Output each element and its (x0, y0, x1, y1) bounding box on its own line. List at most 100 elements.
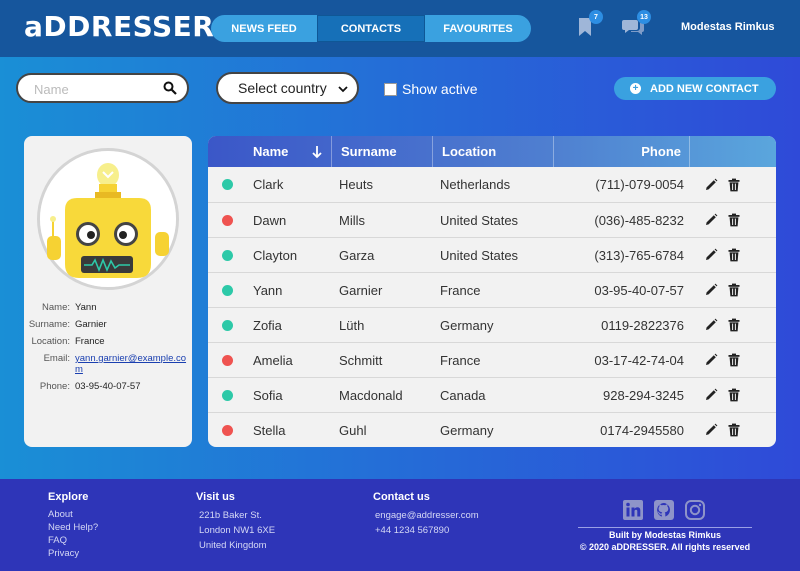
pencil-icon[interactable] (704, 248, 718, 262)
chat-icon[interactable]: 13 (622, 10, 651, 38)
header-status-col (208, 136, 246, 167)
table-row[interactable]: Stella Guhl Germany 0174-2945580 (208, 412, 776, 447)
search-input[interactable] (34, 81, 154, 97)
trash-icon[interactable] (727, 213, 741, 227)
pencil-icon[interactable] (704, 318, 718, 332)
table-row[interactable]: Clark Heuts Netherlands (711)-079-0054 (208, 167, 776, 202)
footer-visit-title: Visit us (196, 491, 235, 503)
plus-icon: + (630, 83, 641, 94)
location-cell: United States (440, 212, 519, 228)
phone-cell: (036)-485-8232 (594, 212, 684, 228)
phone-cell: 0174-2945580 (600, 422, 684, 438)
trash-icon[interactable] (727, 283, 741, 297)
top-header: aDDRESSER NEWS FEED CONTACTS FAVOURITES … (0, 0, 800, 57)
sort-arrow-down-icon[interactable] (311, 145, 323, 159)
user-name[interactable]: Modestas Rimkus (681, 21, 775, 33)
search-box (16, 73, 189, 103)
actions-cell (690, 318, 776, 332)
footer-email-link[interactable]: engage@addresser.com (373, 508, 479, 523)
phone-cell: 03-17-42-74-04 (594, 352, 684, 368)
status-cell (208, 389, 246, 401)
header-location[interactable]: Location (433, 136, 554, 167)
location-cell: France (440, 282, 481, 298)
table-row[interactable]: Amelia Schmitt France 03-17-42-74-04 (208, 342, 776, 377)
footer-link-faq[interactable]: FAQ (48, 534, 98, 547)
search-icon[interactable] (163, 81, 177, 95)
pencil-icon[interactable] (704, 353, 718, 367)
tab-contacts[interactable]: CONTACTS (317, 15, 425, 42)
phone-cell: (313)-765-6784 (594, 247, 684, 263)
footer-address-line: 221b Baker St. (199, 510, 262, 521)
show-active-toggle[interactable]: Show active (384, 81, 477, 97)
status-cell (208, 284, 246, 296)
profile-email-link[interactable]: yann.garnier@example.com (75, 353, 189, 375)
show-active-checkbox[interactable] (384, 82, 397, 96)
footer-contact-title: Contact us (373, 491, 430, 503)
profile-surname-label: Surname: (28, 319, 70, 330)
status-dot (221, 389, 233, 401)
name-cell: Dawn (253, 212, 287, 228)
location-cell: United States (440, 247, 519, 263)
status-dot (221, 179, 233, 190)
table-row[interactable]: Sofia Macdonald Canada 928-294-3245 (208, 377, 776, 412)
pencil-icon[interactable] (704, 213, 718, 227)
table-row[interactable]: Dawn Mills United States (036)-485-8232 (208, 202, 776, 237)
github-icon[interactable] (653, 499, 675, 521)
status-dot (221, 214, 233, 226)
instagram-icon[interactable] (684, 499, 706, 521)
actions-cell (690, 248, 776, 262)
trash-icon[interactable] (727, 388, 741, 402)
linkedin-icon[interactable] (622, 499, 644, 521)
name-cell: Clark (253, 177, 284, 192)
trash-icon[interactable] (727, 353, 741, 367)
trash-icon[interactable] (727, 178, 741, 192)
surname-cell: Garnier (339, 282, 383, 298)
table-row[interactable]: Zofia Lüth Germany 0119-2822376 (208, 307, 776, 342)
trash-icon[interactable] (727, 318, 741, 332)
status-cell (208, 424, 246, 436)
status-cell (208, 249, 246, 261)
profile-surname-value: Garnier (75, 319, 107, 330)
bookmark-icon[interactable]: 7 (574, 10, 603, 38)
header-actions-col (690, 136, 776, 167)
main-nav: NEWS FEED CONTACTS FAVOURITES (211, 15, 531, 42)
footer-contact: Contact us engage@addresser.com +44 1234… (373, 491, 479, 538)
location-cell: Canada (440, 387, 486, 403)
tab-favourites[interactable]: FAVOURITES (425, 15, 531, 42)
header-name[interactable]: Name (246, 136, 332, 167)
app-logo[interactable]: aDDRESSER (24, 10, 214, 43)
footer-visit: Visit us 221b Baker St. London NW1 6XE U… (196, 491, 275, 553)
footer-link-about[interactable]: About (48, 508, 98, 521)
social-links (622, 499, 706, 521)
table-body: Clark Heuts Netherlands (711)-079-0054 D… (208, 167, 776, 447)
status-cell (208, 354, 246, 366)
table-row[interactable]: Yann Garnier France 03-95-40-07-57 (208, 272, 776, 307)
pencil-icon[interactable] (704, 283, 718, 297)
location-cell: Netherlands (440, 177, 511, 192)
pencil-icon[interactable] (704, 423, 718, 437)
actions-cell (690, 353, 776, 367)
footer-explore: Explore About Need Help? FAQ Privacy (48, 491, 98, 560)
pencil-icon[interactable] (704, 388, 718, 402)
tab-news-feed[interactable]: NEWS FEED (211, 15, 317, 42)
phone-cell: (711)-079-0054 (595, 177, 684, 192)
actions-cell (690, 423, 776, 437)
footer-link-help[interactable]: Need Help? (48, 521, 98, 534)
header-surname[interactable]: Surname (332, 136, 433, 167)
trash-icon[interactable] (727, 248, 741, 262)
footer-link-privacy[interactable]: Privacy (48, 547, 98, 560)
trash-icon[interactable] (727, 423, 741, 437)
country-select[interactable]: Select country (216, 72, 359, 104)
profile-location-value: France (75, 336, 105, 347)
pencil-icon[interactable] (704, 178, 718, 192)
profile-name-label: Name: (42, 302, 70, 313)
status-dot (221, 249, 233, 261)
bookmark-badge: 7 (589, 10, 603, 24)
profile-name-value: Yann (75, 302, 97, 313)
name-cell: Zofia (253, 317, 282, 333)
header-name-label: Name (253, 144, 289, 159)
table-row[interactable]: Clayton Garza United States (313)-765-67… (208, 237, 776, 272)
status-cell (208, 179, 246, 190)
add-contact-button[interactable]: + ADD NEW CONTACT (614, 77, 776, 100)
header-phone[interactable]: Phone (554, 136, 690, 167)
